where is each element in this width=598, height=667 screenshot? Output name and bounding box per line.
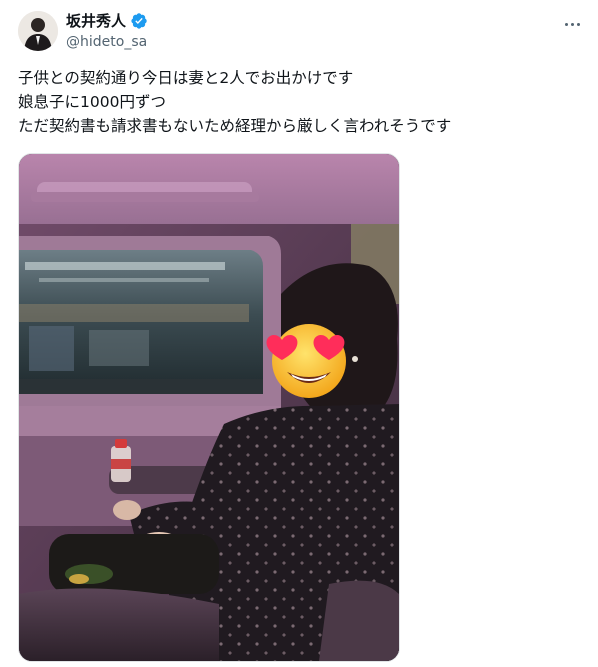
author-name-row[interactable]: 坂井秀人 — [66, 11, 148, 31]
avatar[interactable] — [18, 11, 58, 51]
user-handle[interactable]: @hideto_sa — [66, 33, 147, 51]
more-options-icon[interactable] — [560, 16, 584, 32]
tweet-line: ただ契約書も請求書もないため経理から厳しく言われそうです — [18, 117, 452, 135]
tweet-line: 娘息子に1000円ずつ — [18, 93, 166, 111]
tweet-line: 子供との契約通り今日は妻と2人でお出かけです — [18, 69, 354, 87]
person-avatar-icon — [18, 11, 58, 51]
car-interior-photo — [19, 154, 399, 661]
verified-badge-icon — [130, 12, 148, 30]
tweet-card: 坂井秀人 @hideto_sa 子供との契約通り今日は妻と2人でお出かけです 娘… — [0, 0, 598, 667]
tweet-photo[interactable] — [18, 153, 400, 662]
display-name[interactable]: 坂井秀人 — [66, 11, 126, 31]
tweet-text: 子供との契約通り今日は妻と2人でお出かけです 娘息子に1000円ずつ ただ契約書… — [18, 66, 578, 138]
